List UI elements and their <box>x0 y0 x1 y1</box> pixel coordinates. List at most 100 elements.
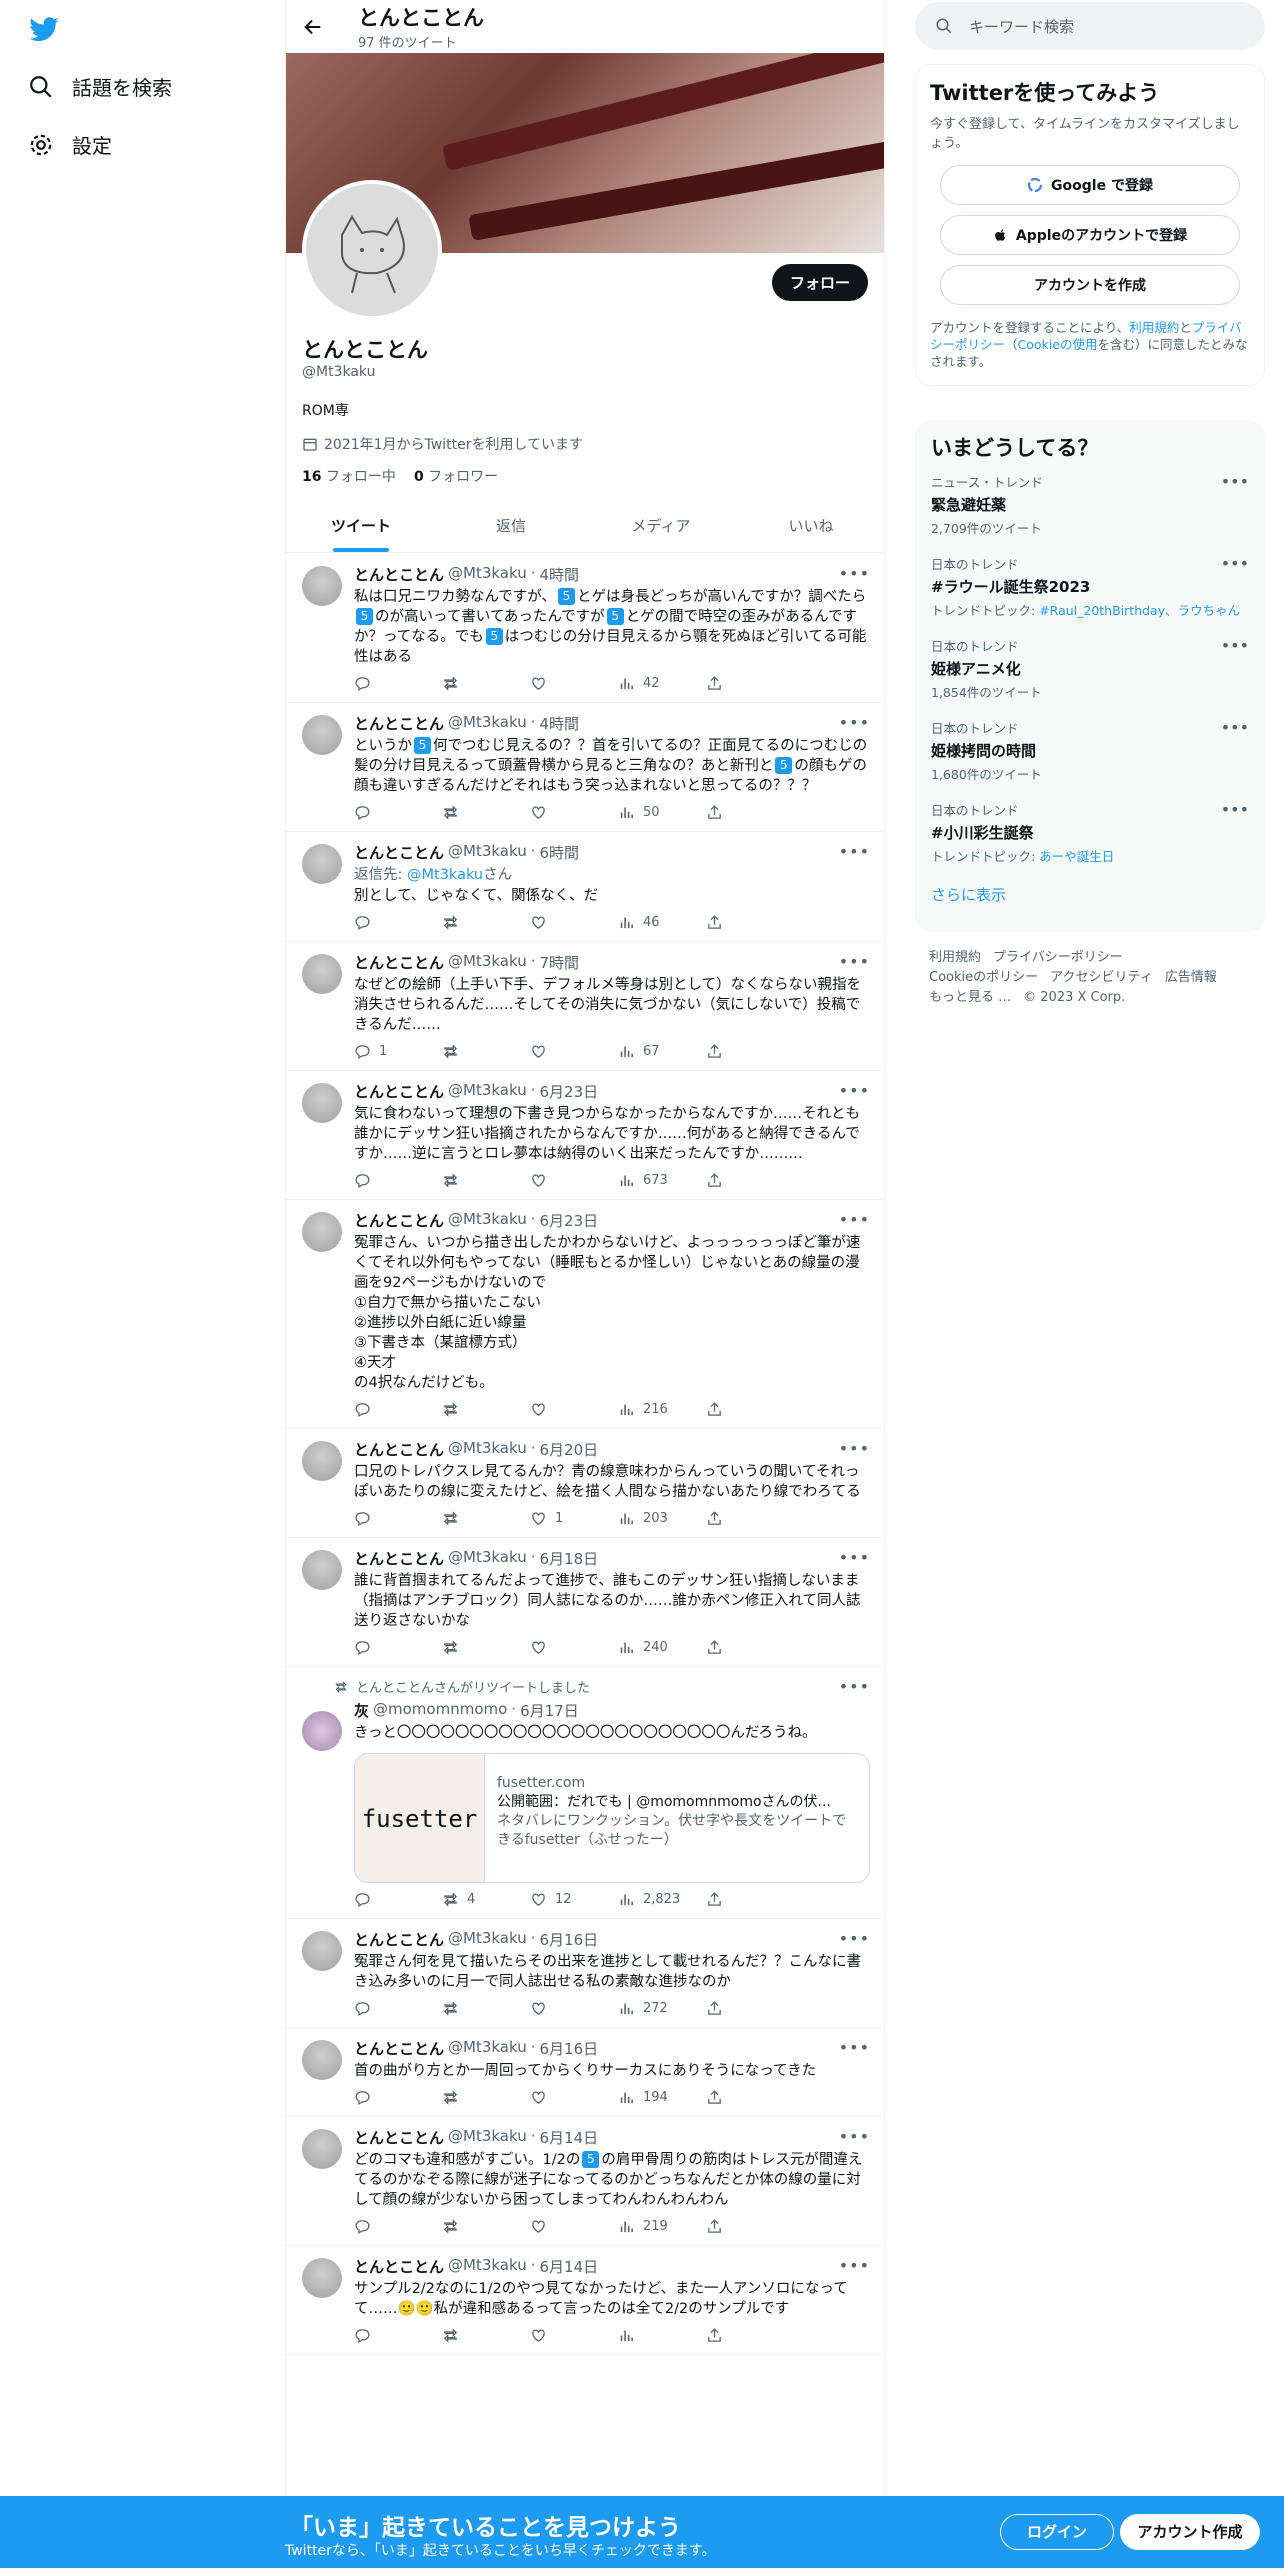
terms-link[interactable]: 利用規約 <box>1129 320 1179 335</box>
retweet-button[interactable] <box>442 804 530 821</box>
share-button[interactable] <box>706 1172 794 1189</box>
back-arrow-icon[interactable] <box>302 16 324 38</box>
author-handle[interactable]: @Mt3kaku <box>448 2127 527 2148</box>
share-button[interactable] <box>706 1639 794 1656</box>
like-button[interactable] <box>530 914 618 931</box>
author-handle[interactable]: @Mt3kaku <box>448 842 527 863</box>
author-name[interactable]: 灰 <box>354 1700 369 1721</box>
nav-explore[interactable]: 話題を検索 <box>28 72 172 101</box>
retweet-button[interactable] <box>442 1172 530 1189</box>
reply-button[interactable]: 1 <box>354 1043 442 1060</box>
share-button[interactable] <box>706 1891 794 1908</box>
retweet-button[interactable] <box>442 1639 530 1656</box>
views-button[interactable]: 2,823 <box>618 1891 706 1908</box>
author-handle[interactable]: @Mt3kaku <box>448 952 527 973</box>
like-button[interactable] <box>530 2218 618 2235</box>
author-name[interactable]: とんとことん <box>354 952 444 973</box>
reply-button[interactable] <box>354 2089 442 2106</box>
retweet-button[interactable] <box>442 2327 530 2344</box>
reply-button[interactable] <box>354 2327 442 2344</box>
views-button[interactable]: 194 <box>618 2089 706 2106</box>
views-button[interactable]: 203 <box>618 1510 706 1527</box>
author-name[interactable]: とんとことん <box>354 1439 444 1460</box>
like-button[interactable] <box>530 1172 618 1189</box>
views-button[interactable]: 219 <box>618 2218 706 2235</box>
retweet-button[interactable] <box>442 1510 530 1527</box>
link-card[interactable]: fusetter fusetter.com 公開範囲：だれでも | @momomnm… <box>354 1753 870 1883</box>
avatar[interactable] <box>302 844 342 884</box>
search-box[interactable]: キーワード検索 <box>915 2 1265 50</box>
share-button[interactable] <box>706 1510 794 1527</box>
show-more-link[interactable]: さらに表示 <box>931 884 1249 905</box>
profile-avatar[interactable] <box>302 180 442 320</box>
followers-link[interactable]: 0 フォロワー <box>414 466 498 486</box>
share-button[interactable] <box>706 1043 794 1060</box>
footer-ads[interactable]: 広告情報 <box>1165 970 1217 985</box>
more-options-icon[interactable]: ••• <box>1221 636 1249 655</box>
tweet[interactable]: とんとことん @Mt3kaku · 6月16日 ••• 首の曲がり方とか一周回ってからくり… <box>286 2028 884 2117</box>
following-link[interactable]: 16 フォロー中 <box>302 466 396 486</box>
tweet[interactable]: とんとことん @Mt3kaku · 4時間 ••• というか 5 何でつむじ見えるの？？首を引… <box>286 703 884 832</box>
avatar[interactable] <box>302 715 342 755</box>
tweet[interactable]: とんとことん @Mt3kaku · 6月16日 ••• 冤罪さん何を見て描いたらその出来を… <box>286 1919 884 2028</box>
avatar[interactable] <box>302 2040 342 2080</box>
author-handle[interactable]: @Mt3kaku <box>448 1210 527 1231</box>
share-button[interactable] <box>706 675 794 692</box>
like-button[interactable] <box>530 1401 618 1418</box>
more-options-icon[interactable]: ••• <box>839 564 870 583</box>
more-options-icon[interactable]: ••• <box>839 1439 870 1458</box>
author-name[interactable]: とんとことん <box>354 1548 444 1569</box>
retweet-button[interactable]: 4 <box>442 1891 530 1908</box>
footer-more[interactable]: もっと見る … <box>929 990 1011 1005</box>
more-options-icon[interactable]: ••• <box>1221 554 1249 573</box>
trend-item[interactable]: ニュース・トレンド 緊急避妊薬 2,709件のツイート ••• <box>931 472 1249 554</box>
avatar[interactable] <box>302 1441 342 1481</box>
more-options-icon[interactable]: ••• <box>839 1081 870 1100</box>
trend-item[interactable]: 日本のトレンド 姫様アニメ化 1,854件のツイート ••• <box>931 636 1249 718</box>
views-button[interactable]: 673 <box>618 1172 706 1189</box>
trend-item[interactable]: 日本のトレンド 姫様拷問の時間 1,680件のツイート ••• <box>931 718 1249 800</box>
reply-handle-link[interactable]: @Mt3kaku <box>407 867 483 883</box>
author-handle[interactable]: @momomnmomo <box>373 1700 507 1721</box>
footer-accessibility[interactable]: アクセシビリティ <box>1050 970 1153 985</box>
tweet-timestamp[interactable]: 6月14日 <box>540 2256 599 2277</box>
author-name[interactable]: とんとことん <box>354 1081 444 1102</box>
tweet[interactable]: とんとことん @Mt3kaku · 6月14日 ••• どのコマも違和感がすごい。1/2の… <box>286 2117 884 2246</box>
more-options-icon[interactable]: ••• <box>839 1210 870 1229</box>
author-name[interactable]: とんとことん <box>354 1929 444 1950</box>
nav-settings[interactable]: 設定 <box>28 130 112 159</box>
tweet-timestamp[interactable]: 6月18日 <box>540 1548 599 1569</box>
views-button[interactable]: 46 <box>618 914 706 931</box>
reply-button[interactable] <box>354 1401 442 1418</box>
tweet[interactable]: とんとことん @Mt3kaku · 6月18日 ••• 誰に背首掴まれてるんだよって進捗で… <box>286 1538 884 1667</box>
more-options-icon[interactable]: ••• <box>839 2127 870 2146</box>
avatar[interactable] <box>302 1550 342 1590</box>
more-options-icon[interactable]: ••• <box>839 713 870 732</box>
reply-button[interactable] <box>354 1172 442 1189</box>
reply-button[interactable] <box>354 2000 442 2017</box>
reply-button[interactable] <box>354 1639 442 1656</box>
author-name[interactable]: とんとことん <box>354 564 444 585</box>
avatar[interactable] <box>302 566 342 606</box>
reply-button[interactable] <box>354 1510 442 1527</box>
more-options-icon[interactable]: ••• <box>839 842 870 861</box>
reply-button[interactable] <box>354 2218 442 2235</box>
avatar[interactable] <box>302 1212 342 1252</box>
avatar[interactable] <box>302 1931 342 1971</box>
author-handle[interactable]: @Mt3kaku <box>448 1439 527 1460</box>
cookie-link[interactable]: Cookieの使用 <box>1018 337 1098 352</box>
tab-likes[interactable]: いいね <box>736 500 884 552</box>
twitter-bird-icon[interactable] <box>28 14 60 46</box>
retweet-button[interactable] <box>442 914 530 931</box>
tweet[interactable]: とんとことん @Mt3kaku · 6時間 ••• 返信先: @Mt3kakuさん 別として… <box>286 832 884 942</box>
share-button[interactable] <box>706 914 794 931</box>
views-button[interactable]: 272 <box>618 2000 706 2017</box>
more-options-icon[interactable]: ••• <box>1221 472 1249 491</box>
like-button[interactable]: 12 <box>530 1891 618 1908</box>
like-button[interactable]: 1 <box>530 1510 618 1527</box>
tweet-timestamp[interactable]: 7時間 <box>540 952 580 973</box>
author-handle[interactable]: @Mt3kaku <box>448 1081 527 1102</box>
author-handle[interactable]: @Mt3kaku <box>448 564 527 585</box>
login-button[interactable]: ログイン <box>1000 2514 1114 2550</box>
create-account-button[interactable]: アカウントを作成 <box>940 265 1240 305</box>
